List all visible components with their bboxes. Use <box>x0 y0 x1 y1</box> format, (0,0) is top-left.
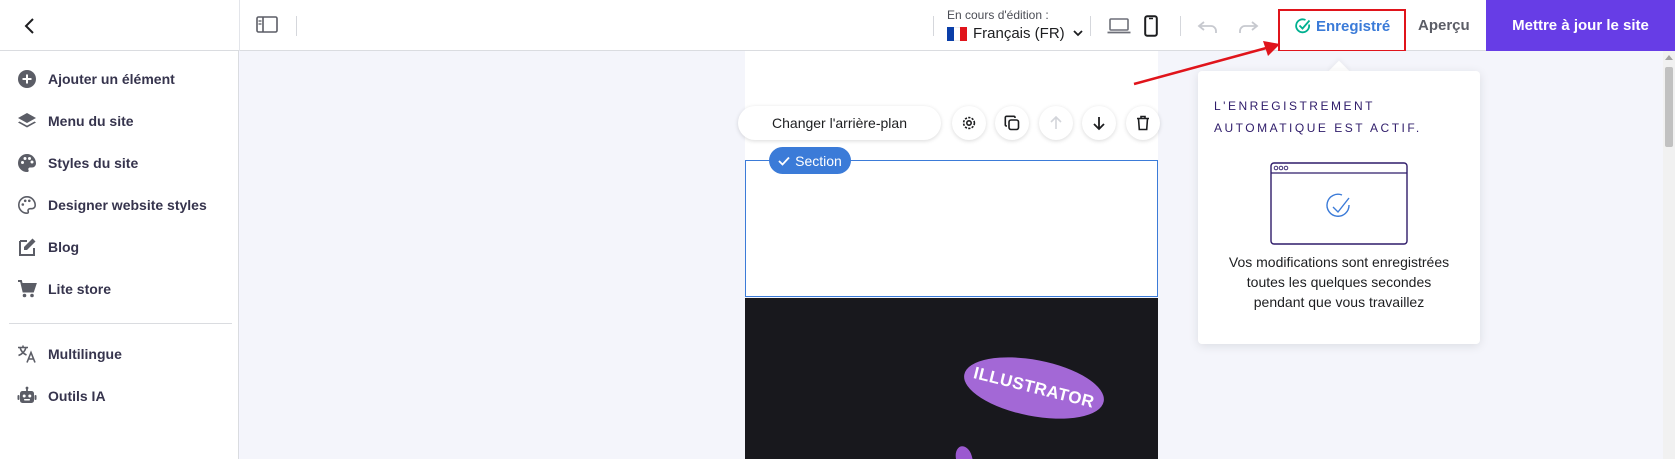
sidebar-item-label: Ajouter un élément <box>48 71 175 87</box>
section-toolbar: Changer l'arrière-plan <box>738 106 941 140</box>
redo-icon <box>1239 21 1259 33</box>
france-flag-icon <box>947 26 968 41</box>
decorative-shape <box>953 444 975 459</box>
sidebar-panel-icon <box>256 16 278 33</box>
toolbar-separator <box>296 16 297 36</box>
illustrator-badge-text: ILLUSTRATOR <box>971 363 1097 412</box>
language-value: Français (FR) <box>973 25 1065 42</box>
settings-icon <box>962 116 976 130</box>
undo-button[interactable] <box>1196 15 1220 37</box>
sidebar-item-label: Multilingue <box>48 346 122 362</box>
popover-body: Vos modifications sont enregistrées tout… <box>1228 254 1450 310</box>
scroll-up-arrow-icon[interactable] <box>1665 55 1673 60</box>
sidebar-item-label: Lite store <box>48 281 112 297</box>
sidebar: Ajouter un élément Menu du site Styles d… <box>0 51 239 459</box>
preview-button[interactable]: Aperçu <box>1418 17 1470 34</box>
delete-section-button[interactable] <box>1126 106 1160 140</box>
toolbar-separator <box>933 16 934 36</box>
back-button[interactable] <box>18 14 42 38</box>
mobile-icon <box>1144 15 1158 37</box>
toolbar-separator <box>1180 16 1181 36</box>
autosave-popover: L'ENREGISTREMENT AUTOMATIQUE EST ACTIF. … <box>1198 71 1480 344</box>
arrow-down-icon <box>1093 117 1105 131</box>
sidebar-item-lite-store[interactable]: Lite store <box>17 275 111 303</box>
sidebar-item-label: Styles du site <box>48 155 139 171</box>
sidebar-item-designer-styles[interactable]: Designer website styles <box>17 191 207 219</box>
sidebar-item-label: Outils IA <box>48 388 106 404</box>
undo-icon <box>1197 21 1217 33</box>
cart-icon <box>17 279 37 299</box>
sidebar-item-multilingual[interactable]: Multilingue <box>17 340 122 368</box>
browser-window-check-icon <box>1270 162 1408 245</box>
selected-section[interactable] <box>745 160 1158 297</box>
mobile-view-button[interactable] <box>1138 14 1164 38</box>
redo-button[interactable] <box>1236 15 1260 37</box>
sidebar-item-label: Menu du site <box>48 113 134 129</box>
desktop-view-button[interactable] <box>1106 14 1132 38</box>
chevron-down-icon <box>1073 30 1083 37</box>
popover-title: L'ENREGISTREMENT AUTOMATIQUE EST ACTIF. <box>1214 99 1422 135</box>
language-selector[interactable]: En cours d'édition : Français (FR) <box>947 8 1083 44</box>
sidebar-item-site-menu[interactable]: Menu du site <box>17 107 134 135</box>
sidebar-divider <box>9 323 232 324</box>
duplicate-icon <box>1004 115 1020 131</box>
sidebar-item-ai-tools[interactable]: Outils IA <box>17 382 106 410</box>
laptop-icon <box>1107 18 1131 34</box>
palette-outline-icon <box>17 195 37 215</box>
trash-icon <box>1137 115 1149 131</box>
canvas-scrollbar[interactable] <box>1663 51 1675 459</box>
arrow-up-icon <box>1050 115 1062 129</box>
highlight-box <box>1278 9 1406 52</box>
illustrator-badge: ILLUSTRATOR <box>958 346 1110 430</box>
topbar-divider <box>239 0 240 51</box>
edit-note-icon <box>17 237 37 257</box>
sidebar-item-label: Blog <box>48 239 80 255</box>
section-label-chip[interactable]: Section <box>769 147 851 174</box>
annotation-arrow <box>1133 41 1280 86</box>
layers-icon <box>17 111 37 131</box>
section-settings-button[interactable] <box>952 106 986 140</box>
palette-icon <box>17 153 37 173</box>
sidebar-item-blog[interactable]: Blog <box>17 233 79 261</box>
top-bar: En cours d'édition : Français (FR) Enreg… <box>0 0 1675 51</box>
change-background-button[interactable]: Changer l'arrière-plan <box>738 106 941 140</box>
sidebar-item-label: Designer website styles <box>48 197 207 213</box>
scrollbar-thumb[interactable] <box>1665 67 1673 147</box>
section-chip-label: Section <box>795 152 842 169</box>
translate-icon <box>17 344 37 364</box>
update-site-button[interactable]: Mettre à jour le site <box>1486 0 1675 51</box>
duplicate-section-button[interactable] <box>995 106 1029 140</box>
plus-circle-icon <box>17 69 37 89</box>
language-caption: En cours d'édition : <box>947 8 1049 22</box>
chevron-left-icon <box>24 18 34 34</box>
sidebar-item-site-styles[interactable]: Styles du site <box>17 149 138 177</box>
check-icon <box>778 156 790 166</box>
robot-icon <box>17 386 37 406</box>
dark-section[interactable]: ILLUSTRATOR <box>745 298 1158 459</box>
sidebar-toggle-button[interactable] <box>256 15 278 35</box>
toolbar-separator <box>1090 16 1091 36</box>
move-section-down-button[interactable] <box>1082 106 1116 140</box>
move-section-up-button[interactable] <box>1039 106 1073 140</box>
sidebar-item-add-element[interactable]: Ajouter un élément <box>17 65 175 93</box>
